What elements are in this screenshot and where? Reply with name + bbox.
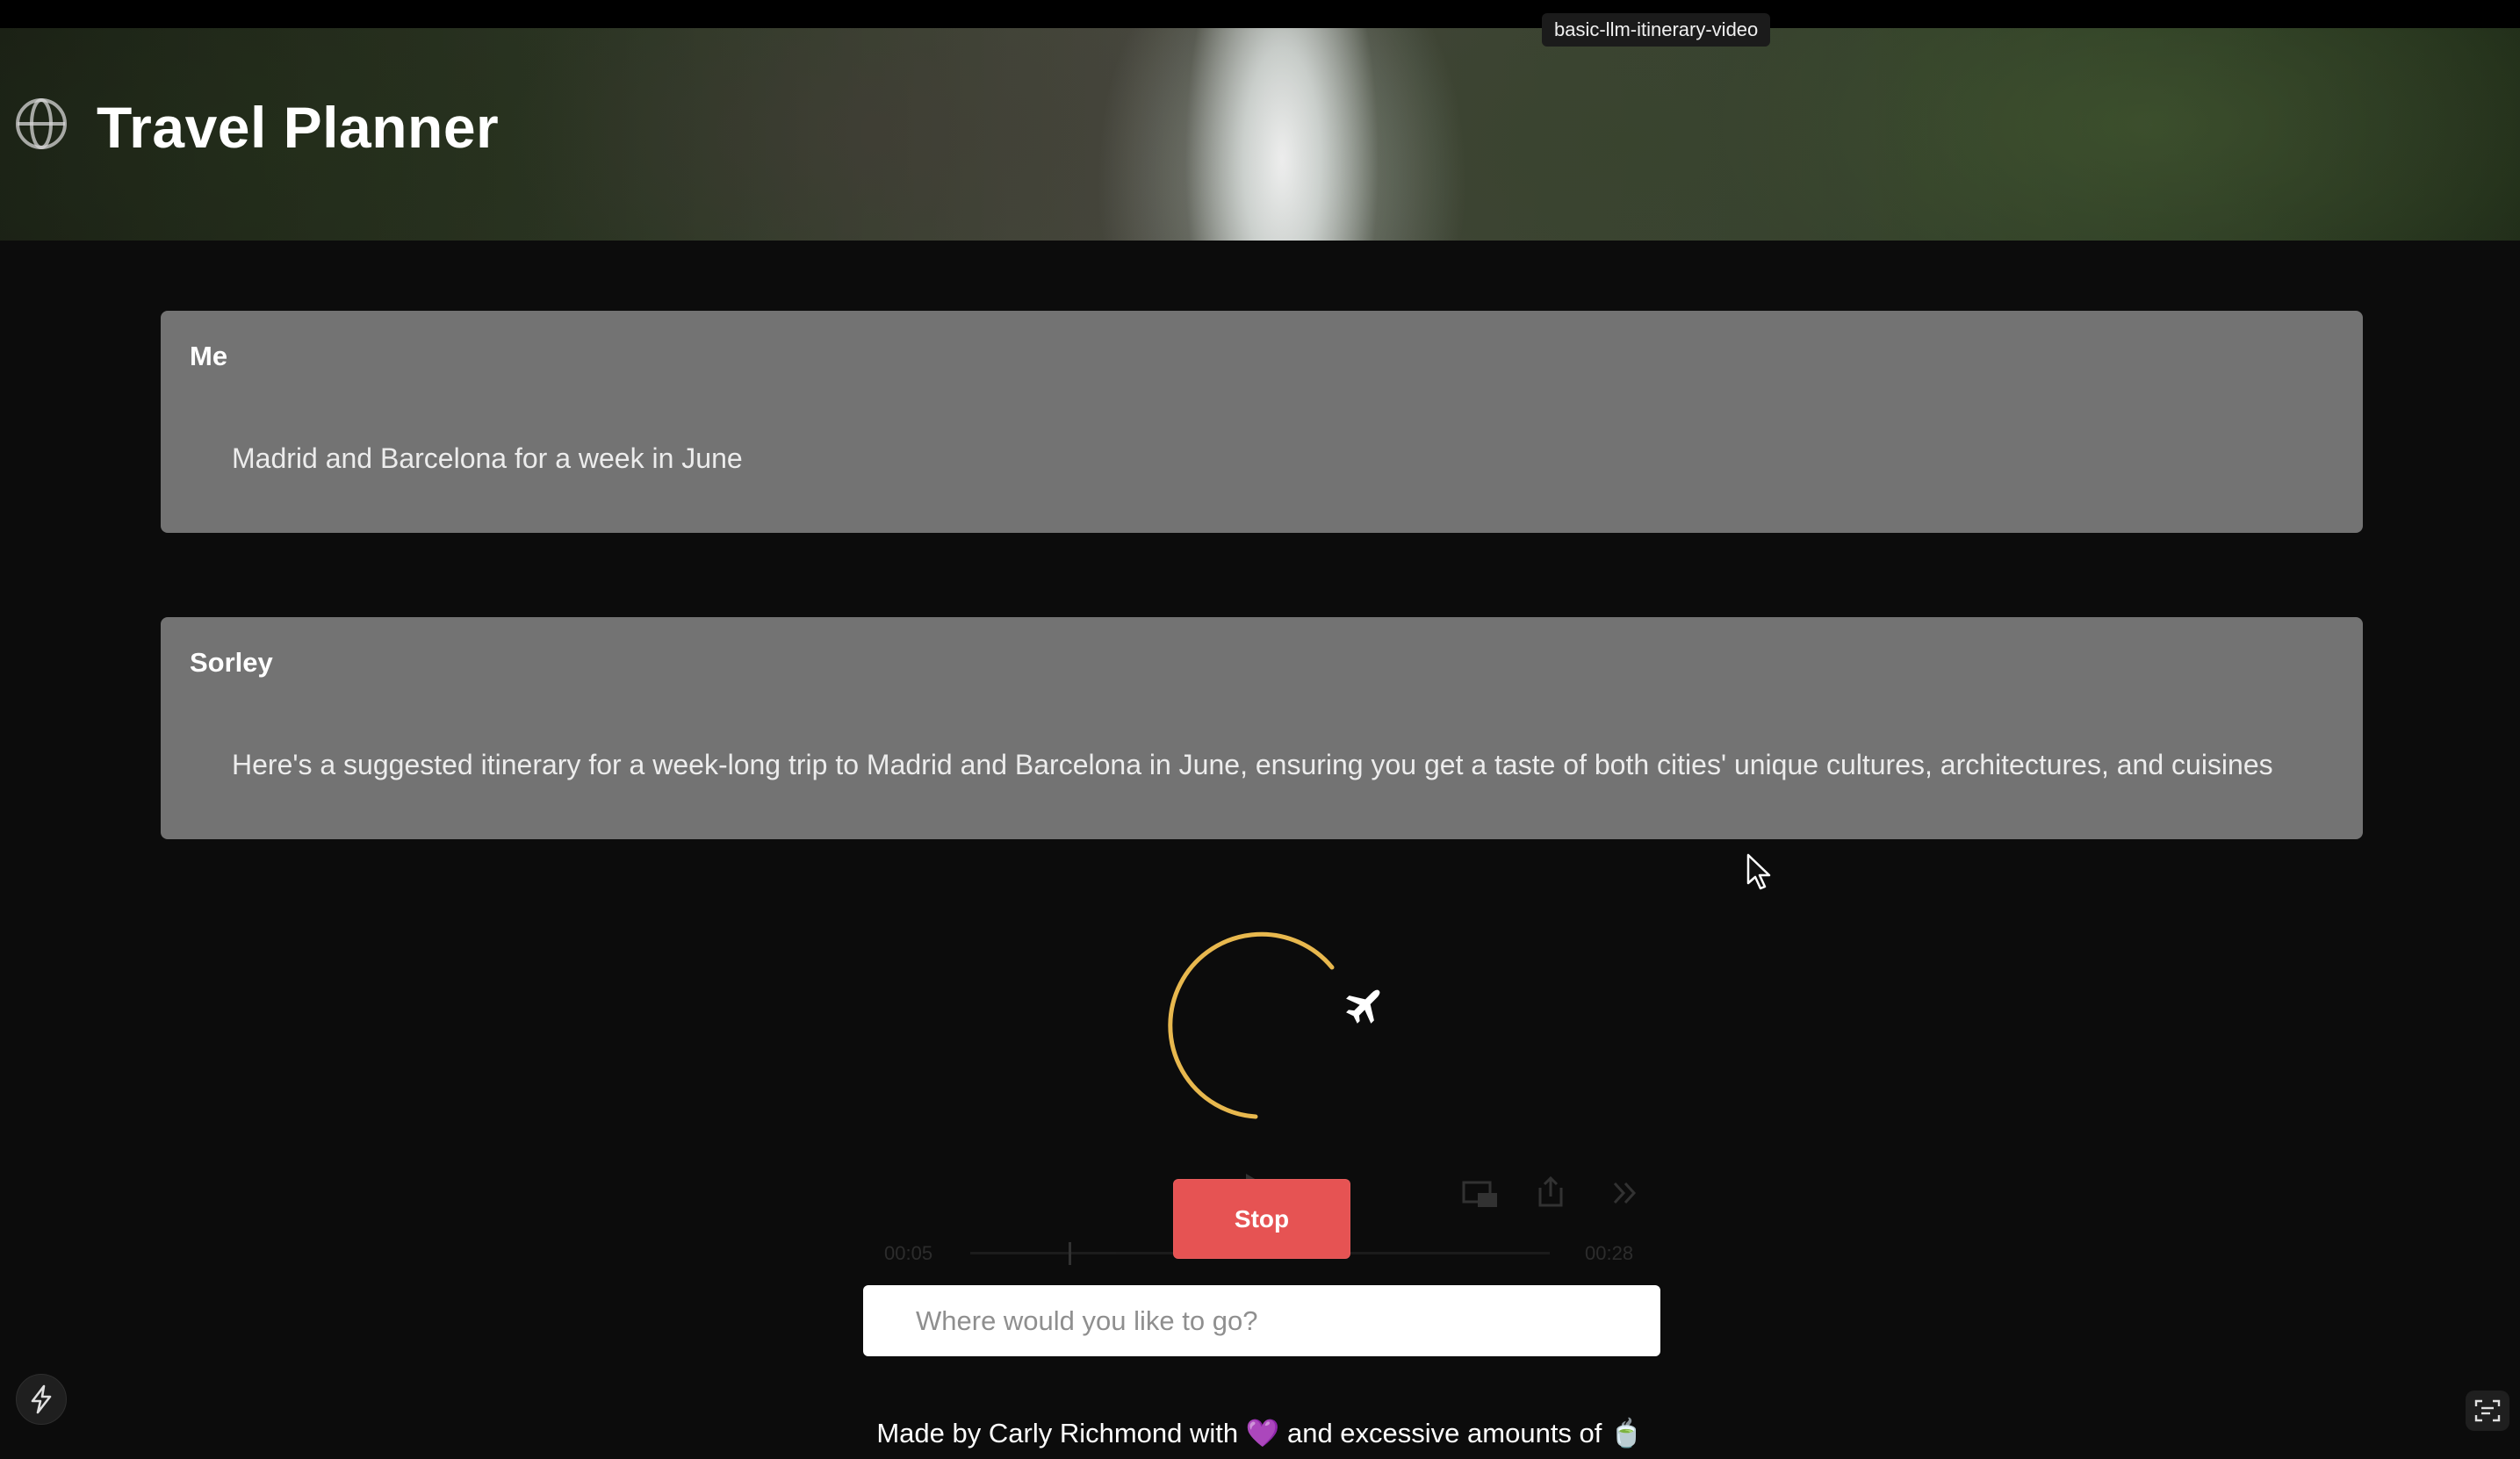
tea-icon: 🍵 (1609, 1418, 1644, 1448)
bolt-button[interactable] (16, 1374, 67, 1425)
scan-icon (2474, 1399, 2501, 1422)
progress-thumb[interactable] (1069, 1242, 1071, 1265)
footer: Made by Carly Richmond with 💜 and excess… (0, 1417, 2520, 1449)
header-banner: Travel Planner (0, 28, 2520, 241)
message-card-user: Me Madrid and Barcelona for a week in Ju… (161, 311, 2363, 533)
current-time: 00:05 (884, 1242, 933, 1264)
app-title: Travel Planner (97, 95, 500, 160)
screen-capture-button[interactable] (2466, 1391, 2509, 1431)
message-text: Madrid and Barcelona for a week in June (232, 442, 743, 474)
message-card-assistant: Sorley Here's a suggested itinerary for … (161, 617, 2363, 839)
message-author: Me (190, 341, 228, 371)
stop-button[interactable]: Stop (1173, 1179, 1350, 1259)
footer-text-before: Made by Carly Richmond with (876, 1418, 1246, 1448)
heart-icon: 💜 (1245, 1418, 1280, 1448)
airplane-icon (1346, 989, 1380, 1024)
message-text: Here's a suggested itinerary for a week-… (232, 749, 2273, 780)
message-author: Sorley (190, 647, 273, 678)
mouse-cursor-icon (1746, 853, 1771, 890)
more-icon[interactable] (1611, 1181, 1638, 1205)
total-time: 00:28 (1585, 1242, 1634, 1264)
video-title-tooltip: basic-llm-itinerary-video (1542, 13, 1771, 47)
search-box (863, 1285, 1660, 1356)
top-strip (0, 0, 2520, 28)
destination-input[interactable] (863, 1285, 1660, 1356)
share-icon[interactable] (1537, 1175, 1565, 1209)
travel-planner-page: basic-llm-itinerary-video Travel Planner… (0, 0, 2520, 1459)
lightning-bolt-icon (31, 1384, 52, 1414)
footer-text-after: and excessive amounts of (1279, 1418, 1610, 1448)
loading-spinner (1168, 931, 1380, 1119)
picture-in-picture-icon[interactable] (1462, 1181, 1499, 1209)
globe-icon (16, 98, 67, 149)
